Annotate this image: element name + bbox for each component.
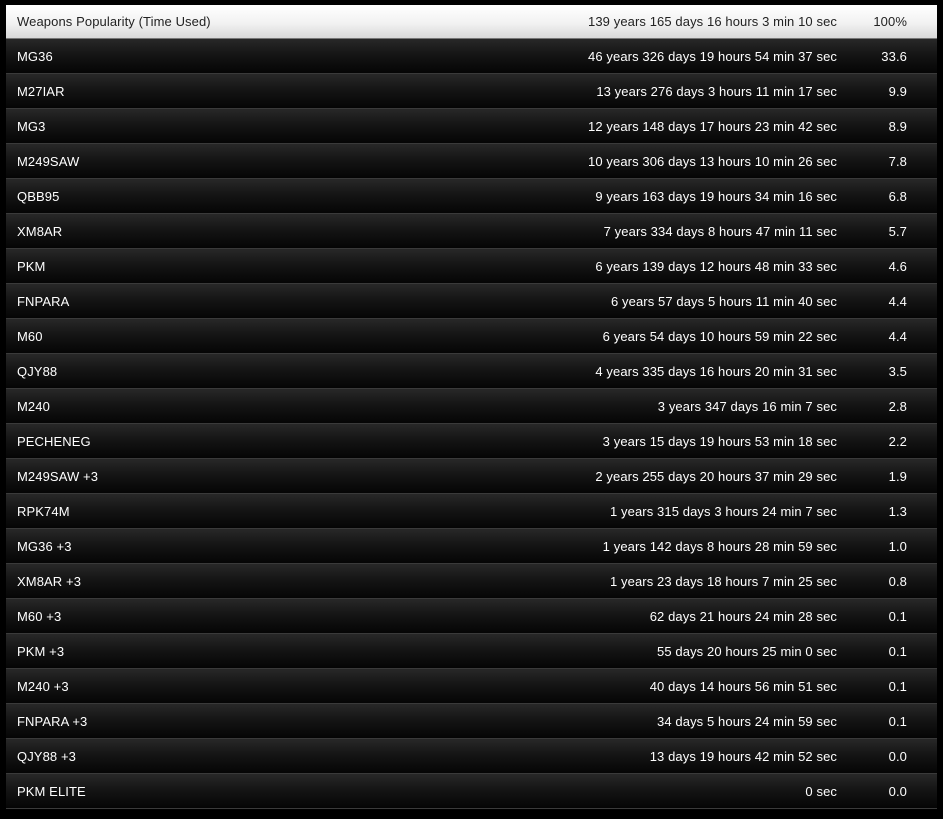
time-used: 40 days 14 hours 56 min 51 sec [649,678,837,694]
weapon-name: FNPARA +3 [17,713,88,729]
usage-percent: 5.7 [888,223,907,239]
time-used: 4 years 335 days 16 hours 20 min 31 sec [595,363,837,379]
table-header: Weapons Popularity (Time Used) 139 years… [6,5,937,39]
header-total-percent: 100% [873,14,907,29]
usage-percent: 3.5 [888,363,907,379]
table-row: FNPARA 6 years 57 days 5 hours 11 min 40 … [6,284,937,319]
weapon-name: PKM ELITE [17,783,86,799]
time-used: 3 years 15 days 19 hours 53 min 18 sec [602,433,837,449]
weapon-name: MG3 [17,118,46,134]
time-used: 6 years 139 days 12 hours 48 min 33 sec [595,258,837,274]
table-row: M27IAR 13 years 276 days 3 hours 11 min 1… [6,74,937,109]
weapon-name: PKM [17,258,46,274]
weapon-name: M240 [17,398,50,414]
table-row: M240 +3 40 days 14 hours 56 min 51 sec 0.1 [6,669,937,704]
table-row: MG36 +3 1 years 142 days 8 hours 28 min 5… [6,529,937,564]
time-used: 10 years 306 days 13 hours 10 min 26 sec [588,153,837,169]
usage-percent: 0.1 [888,713,907,729]
weapon-name: M60 [17,328,43,344]
weapon-name: RPK74M [17,503,70,519]
weapon-name: M60 +3 [17,608,62,624]
usage-percent: 4.4 [888,328,907,344]
time-used: 1 years 142 days 8 hours 28 min 59 sec [602,538,837,554]
table-row: MG3 12 years 148 days 17 hours 23 min 42 … [6,109,937,144]
table-row: XM8AR +3 1 years 23 days 18 hours 7 min 2… [6,564,937,599]
usage-percent: 1.9 [888,468,907,484]
usage-percent: 8.9 [888,118,907,134]
weapon-name: FNPARA [17,293,70,309]
weapon-name: M249SAW [17,153,80,169]
time-used: 13 years 276 days 3 hours 11 min 17 sec [596,83,837,99]
usage-percent: 7.8 [888,153,907,169]
weapon-name: PECHENEG [17,433,91,449]
table-row: XM8AR 7 years 334 days 8 hours 47 min 11 … [6,214,937,249]
weapon-name: M240 +3 [17,678,69,694]
table-row: M60 6 years 54 days 10 hours 59 min 22 se… [6,319,937,354]
usage-percent: 0.0 [888,748,907,764]
time-used: 2 years 255 days 20 hours 37 min 29 sec [595,468,837,484]
weapon-name: QJY88 [17,363,58,379]
time-used: 6 years 54 days 10 hours 59 min 22 sec [602,328,837,344]
weapon-name: MG36 [17,48,53,64]
usage-percent: 0.1 [888,608,907,624]
table-row: M60 +3 62 days 21 hours 24 min 28 sec 0.1 [6,599,937,634]
time-used: 46 years 326 days 19 hours 54 min 37 sec [588,48,837,64]
table-row: PKM +3 55 days 20 hours 25 min 0 sec 0.1 [6,634,937,669]
time-used: 7 years 334 days 8 hours 47 min 11 sec [603,223,837,239]
table-body: MG36 46 years 326 days 19 hours 54 min 37… [6,39,937,809]
time-used: 3 years 347 days 16 min 7 sec [657,398,837,414]
header-title: Weapons Popularity (Time Used) [17,14,211,29]
weapon-name: XM8AR [17,223,63,239]
table-row: M249SAW +3 2 years 255 days 20 hours 37 m… [6,459,937,494]
time-used: 1 years 23 days 18 hours 7 min 25 sec [610,573,837,589]
table-row: QJY88 4 years 335 days 16 hours 20 min 31… [6,354,937,389]
table-row: QJY88 +3 13 days 19 hours 42 min 52 sec 0.… [6,739,937,774]
weapon-name: MG36 +3 [17,538,72,554]
weapon-name: PKM +3 [17,643,65,659]
weapon-name: M27IAR [17,83,65,99]
weapon-name: QJY88 +3 [17,748,76,764]
usage-percent: 33.6 [881,48,907,64]
table-row: FNPARA +3 34 days 5 hours 24 min 59 sec 0.… [6,704,937,739]
table-row: M240 3 years 347 days 16 min 7 sec 2.8 [6,389,937,424]
table-row: PKM ELITE 0 sec 0.0 [6,774,937,809]
usage-percent: 4.4 [888,293,907,309]
time-used: 12 years 148 days 17 hours 23 min 42 sec [588,118,837,134]
usage-percent: 4.6 [888,258,907,274]
usage-percent: 6.8 [888,188,907,204]
usage-percent: 1.0 [888,538,907,554]
time-used: 55 days 20 hours 25 min 0 sec [657,643,837,659]
usage-percent: 2.2 [888,433,907,449]
weapon-name: M249SAW +3 [17,468,99,484]
usage-percent: 0.8 [888,573,907,589]
time-used: 9 years 163 days 19 hours 34 min 16 sec [595,188,837,204]
time-used: 0 sec [805,783,837,799]
usage-percent: 2.8 [888,398,907,414]
time-used: 13 days 19 hours 42 min 52 sec [649,748,837,764]
usage-percent: 0.0 [888,783,907,799]
weapon-name: QBB95 [17,188,60,204]
weapons-popularity-table: Weapons Popularity (Time Used) 139 years… [0,5,943,819]
time-used: 6 years 57 days 5 hours 11 min 40 sec [610,293,837,309]
usage-percent: 0.1 [888,643,907,659]
weapon-name: XM8AR +3 [17,573,82,589]
table-row: PKM 6 years 139 days 12 hours 48 min 33 s… [6,249,937,284]
usage-percent: 0.1 [888,678,907,694]
table-row: QBB95 9 years 163 days 19 hours 34 min 16… [6,179,937,214]
table-row: M249SAW 10 years 306 days 13 hours 10 min… [6,144,937,179]
time-used: 1 years 315 days 3 hours 24 min 7 sec [610,503,837,519]
time-used: 34 days 5 hours 24 min 59 sec [657,713,837,729]
table-row: PECHENEG 3 years 15 days 19 hours 53 min … [6,424,937,459]
time-used: 62 days 21 hours 24 min 28 sec [649,608,837,624]
usage-percent: 1.3 [888,503,907,519]
usage-percent: 9.9 [888,83,907,99]
header-total-time: 139 years 165 days 16 hours 3 min 10 sec [588,14,837,29]
table-row: RPK74M 1 years 315 days 3 hours 24 min 7 … [6,494,937,529]
table-row: MG36 46 years 326 days 19 hours 54 min 37… [6,39,937,74]
